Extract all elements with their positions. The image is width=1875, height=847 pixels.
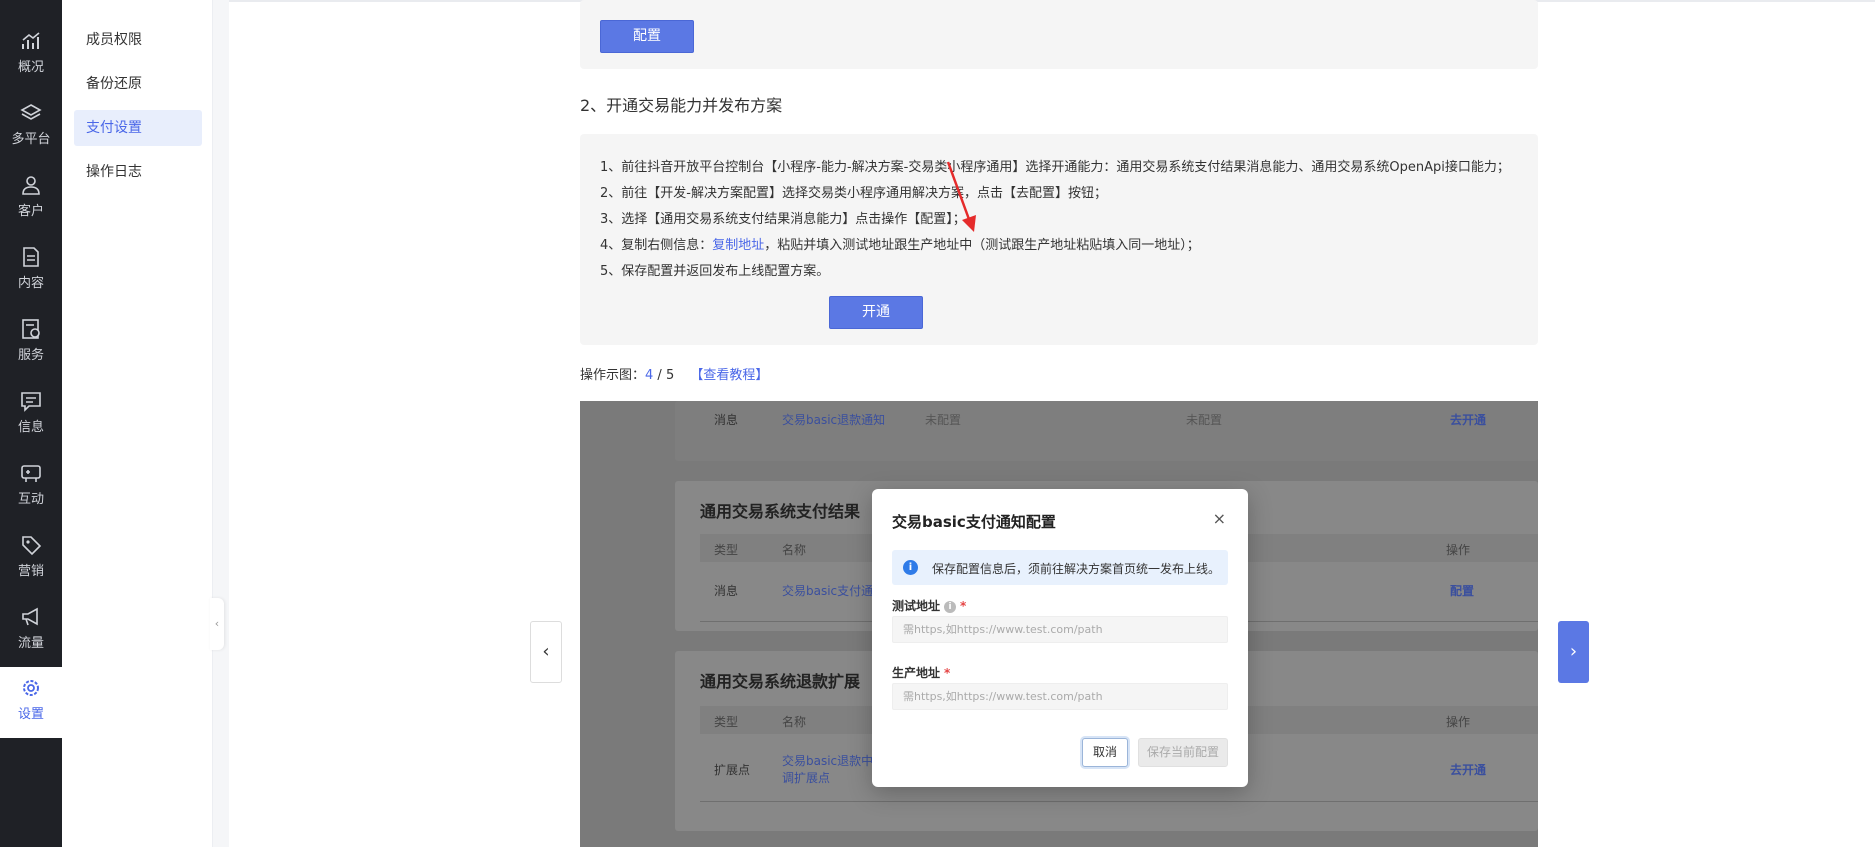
demo-pager: 操作示图：4 / 5 【查看教程】 (580, 364, 768, 383)
shot-card-1-title: 通用交易系统支付结果 (700, 502, 861, 521)
shot-card-1-col-name: 名称 (782, 543, 807, 557)
shot-card-2-col-name: 名称 (782, 715, 807, 729)
shot-card-2-row-name-1: 交易basic退款中 (782, 754, 874, 768)
rail-label: 流量 (17, 636, 44, 651)
subnav-item-backup-restore[interactable]: 备份还原 (74, 66, 202, 102)
required-mark: * (944, 666, 951, 680)
info-icon: i (903, 560, 918, 575)
rail-item-interact[interactable]: 互动 (0, 452, 62, 522)
rail-item-message[interactable]: 信息 (0, 380, 62, 450)
rail-item-service[interactable]: 服务 (0, 308, 62, 378)
shot-card-1-row-name: 交易basic支付通 (782, 584, 874, 598)
demo-label: 操作示图： (580, 368, 646, 383)
megaphone-icon (22, 607, 38, 626)
rail-item-content[interactable]: 内容 (0, 236, 62, 306)
close-icon[interactable]: × (1213, 509, 1226, 528)
open-button[interactable]: 开通 (829, 296, 923, 329)
rail-item-marketing[interactable]: 营销 (0, 524, 62, 594)
rail-label: 营销 (17, 564, 44, 579)
test-address-label: 测试地址 i * (892, 597, 966, 614)
gamepad-icon (21, 465, 41, 482)
step-4-suffix: ，粘贴并填入测试地址跟生产地址中（测试跟生产地址粘贴填入同一地址）； (764, 238, 1200, 253)
rail-label: 客户 (17, 204, 44, 219)
shot-card-2-title: 通用交易系统退款扩展 (700, 672, 861, 691)
save-config-button[interactable]: 保存当前配置 (1138, 738, 1228, 767)
message-icon (21, 392, 41, 412)
shot-card-2-row-type: 扩展点 (714, 763, 751, 777)
user-icon (22, 176, 40, 195)
document-icon (23, 247, 39, 267)
rail-item-settings[interactable]: 设置 (0, 667, 62, 738)
subnav-item-payment-settings[interactable]: 支付设置 (74, 110, 202, 146)
info-circle-icon[interactable]: i (944, 601, 957, 613)
rail-label: 互动 (17, 492, 44, 507)
shot-row1-type: 消息 (714, 413, 739, 427)
rail-label: 多平台 (11, 132, 51, 147)
tag-icon (22, 536, 42, 556)
shot-card-2-col-type: 类型 (714, 715, 739, 729)
shot-card-1-row-action: 配置 (1450, 584, 1475, 598)
step-4-prefix: 4、复制右侧信息： (600, 238, 713, 253)
shot-row1-col4: 未配置 (1186, 413, 1223, 427)
step-4: 4、复制右侧信息：复制地址，粘贴并填入测试地址跟生产地址中（测试跟生产地址粘贴填… (600, 234, 1200, 253)
shot-card-2-row-name-2: 调扩展点 (782, 771, 831, 785)
rail-label: 概况 (17, 60, 44, 75)
payment-notify-config-modal: 交易basic支付通知配置 × i 保存配置信息后，须前往解决方案首页统一发布上… (872, 489, 1248, 787)
prev-slide-button[interactable]: ‹ (530, 621, 562, 683)
service-doc-icon (22, 319, 40, 339)
collapse-sidebar-handle[interactable]: ‹ (210, 598, 224, 650)
rail-item-customer[interactable]: 客户 (0, 164, 62, 234)
shot-card-2-col-action: 操作 (1446, 715, 1471, 729)
alert-text: 保存配置信息后，须前往解决方案首页统一发布上线。 (932, 562, 1221, 576)
info-alert: i 保存配置信息后，须前往解决方案首页统一发布上线。 (892, 550, 1228, 585)
rail-label: 内容 (17, 276, 44, 291)
modal-title: 交易basic支付通知配置 (892, 513, 1056, 531)
subnav-item-member-permissions[interactable]: 成员权限 (74, 22, 202, 58)
shot-card-2-row-action: 去开通 (1450, 763, 1487, 777)
settings-subnav: 成员权限 备份还原 支付设置 操作日志 (62, 0, 213, 847)
test-address-input[interactable]: 需https,如https://www.test.com/path (892, 616, 1228, 643)
shot-row1-name: 交易basic退款通知 (782, 413, 886, 427)
demo-sep: / (653, 368, 666, 383)
step-1: 1、前往抖音开放平台控制台【小程序-能力-解决方案-交易类小程序通用】选择开通能… (600, 160, 1510, 175)
shot-row1-col3: 未配置 (925, 413, 962, 427)
config-button[interactable]: 配置 (600, 20, 694, 53)
gear-icon (23, 680, 39, 696)
shot-row1-action: 去开通 (1450, 413, 1487, 427)
rail-label: 信息 (17, 420, 44, 435)
rail-item-overview[interactable]: 概况 (0, 20, 62, 90)
chart-trend-icon (22, 32, 40, 49)
step-3: 3、选择【通用交易系统支付结果消息能力】点击操作【配置】； (600, 212, 966, 227)
prod-address-input[interactable]: 需https,如https://www.test.com/path (892, 683, 1228, 710)
test-address-label-text: 测试地址 (892, 599, 941, 613)
config-card: 配置 (580, 0, 1538, 69)
prod-address-label-text: 生产地址 (892, 666, 941, 680)
rail-item-traffic[interactable]: 流量 (0, 596, 62, 666)
shot-card-1-col-action: 操作 (1446, 543, 1471, 557)
chevron-left-icon: ‹ (542, 641, 550, 662)
subnav-item-operation-log[interactable]: 操作日志 (74, 154, 202, 190)
chevron-left-icon: ‹ (214, 617, 220, 630)
next-slide-button[interactable]: › (1558, 621, 1589, 683)
layers-icon (20, 104, 42, 120)
section-heading: 2、开通交易能力并发布方案 (580, 96, 783, 115)
rail-label: 服务 (17, 348, 44, 363)
rail-label: 设置 (17, 707, 44, 722)
shot-top-card (675, 401, 1538, 461)
step-2: 2、前往【开发-解决方案配置】选择交易类小程序通用解决方案，点击【去配置】按钮； (600, 186, 1107, 201)
required-mark: * (960, 599, 967, 613)
shot-card-1-row-type: 消息 (714, 584, 739, 598)
annotation-arrow-icon (946, 161, 976, 232)
view-tutorial-link[interactable]: 【查看教程】 (690, 368, 768, 383)
shot-card-2-divider (700, 801, 1538, 802)
demo-total-pages: 5 (665, 368, 675, 383)
chevron-right-icon: › (1569, 641, 1578, 662)
step-5: 5、保存配置并返回发布上线配置方案。 (600, 264, 830, 279)
cancel-button[interactable]: 取消 (1082, 738, 1128, 767)
prod-address-label: 生产地址 * (892, 664, 950, 681)
shot-card-1-col-type: 类型 (714, 543, 739, 557)
rail-item-multiplatform[interactable]: 多平台 (0, 92, 62, 162)
main-nav-rail: 概况 多平台 客户 内容 服务 信息 互动 营销 流量 设置 (0, 0, 62, 847)
copy-address-link[interactable]: 复制地址 (712, 238, 764, 253)
